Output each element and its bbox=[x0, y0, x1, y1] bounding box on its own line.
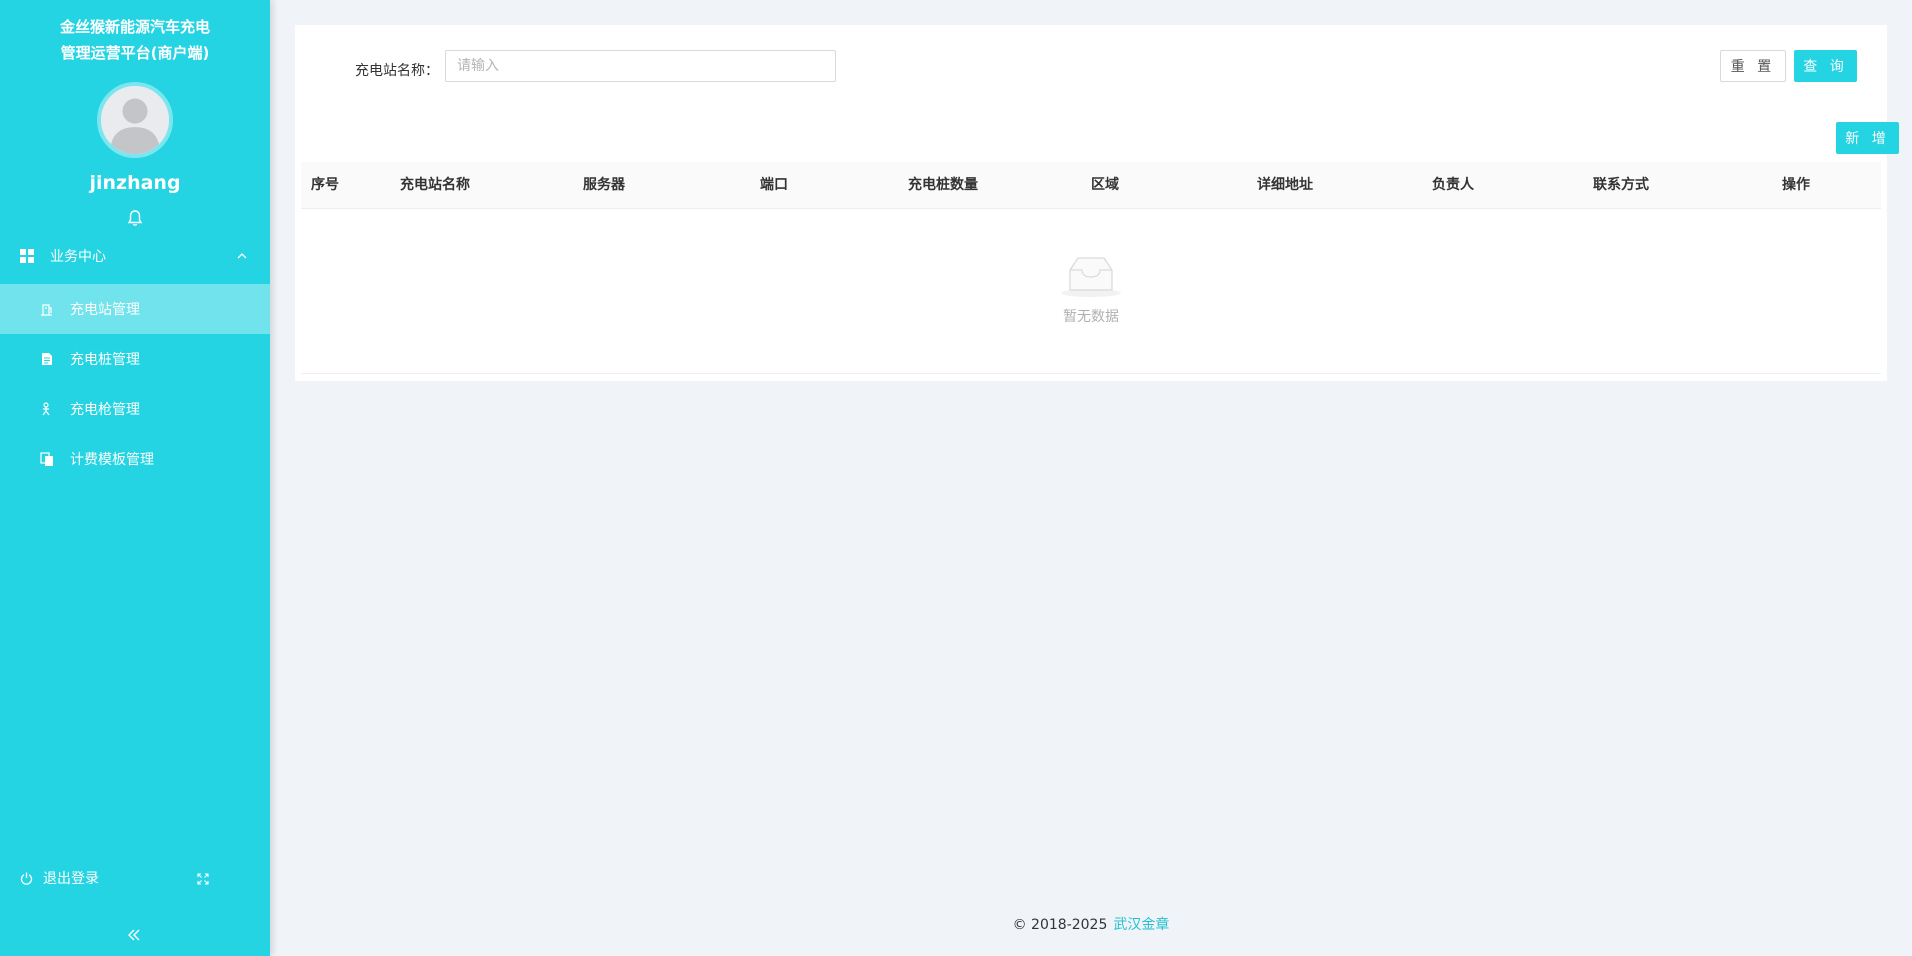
station-panel: 充电站名称： 重 置 查 询 新 增 序号 充电站名称 服务器 端口 充电桩数量… bbox=[295, 25, 1899, 381]
footer: © 2018-2025 武汉金章 bbox=[270, 914, 1912, 934]
sidebar-item-label: 充电枪管理 bbox=[70, 402, 140, 418]
column-header: 充电站名称 bbox=[400, 177, 470, 193]
pile-icon bbox=[42, 353, 52, 365]
column-header: 端口 bbox=[760, 177, 788, 193]
sidebar-item-label: 充电站管理 bbox=[70, 302, 140, 318]
app-title: 金丝猴新能源汽车充电 管理运营平台(商户端) bbox=[0, 14, 270, 66]
fullscreen-icon[interactable] bbox=[197, 873, 209, 885]
sidebar-item-template[interactable]: 计费模板管理 bbox=[0, 434, 270, 484]
logout-label: 退出登录 bbox=[43, 871, 99, 887]
grid-icon bbox=[20, 249, 34, 263]
table-body: 暂无数据 bbox=[301, 209, 1881, 374]
empty-inbox-icon bbox=[1061, 257, 1121, 297]
sidebar: 金丝猴新能源汽车充电 管理运营平台(商户端) jinzhang 业务中心 充电站… bbox=[0, 0, 270, 956]
column-header: 区域 bbox=[1091, 177, 1119, 193]
column-header: 充电桩数量 bbox=[908, 177, 978, 193]
main-content: 充电站名称： 重 置 查 询 新 增 序号 充电站名称 服务器 端口 充电桩数量… bbox=[270, 0, 1912, 956]
station-icon bbox=[41, 304, 52, 316]
company-link[interactable]: 武汉金章 bbox=[1113, 917, 1169, 933]
logout-button[interactable]: 退出登录 bbox=[20, 868, 99, 888]
sidebar-item-label: 计费模板管理 bbox=[70, 452, 154, 468]
column-header: 联系方式 bbox=[1593, 177, 1649, 193]
app-title-line1: 金丝猴新能源汽车充电 bbox=[59, 18, 210, 36]
column-header: 操作 bbox=[1782, 177, 1810, 193]
sidebar-item-label: 充电桩管理 bbox=[70, 352, 140, 368]
add-button[interactable]: 新 增 bbox=[1836, 122, 1899, 154]
copyright: © 2018-2025 bbox=[1012, 917, 1108, 933]
app-title-line2: 管理运营平台(商户端) bbox=[60, 44, 210, 62]
table-header: 序号 充电站名称 服务器 端口 充电桩数量 区域 详细地址 负责人 联系方式 操… bbox=[301, 162, 1881, 209]
bell-icon[interactable] bbox=[127, 209, 143, 227]
collapse-sidebar-icon[interactable] bbox=[126, 927, 142, 943]
column-header: 详细地址 bbox=[1257, 177, 1313, 193]
user-avatar-icon bbox=[101, 86, 169, 154]
sidebar-item-station[interactable]: 充电站管理 bbox=[0, 284, 270, 334]
gun-icon bbox=[42, 402, 50, 416]
power-icon bbox=[20, 872, 33, 885]
query-button[interactable]: 查 询 bbox=[1794, 50, 1857, 82]
username: jinzhang bbox=[89, 172, 181, 194]
column-header: 负责人 bbox=[1432, 177, 1474, 193]
column-header: 序号 bbox=[311, 177, 339, 193]
station-name-input[interactable] bbox=[445, 50, 836, 82]
column-header: 服务器 bbox=[583, 177, 625, 193]
chevron-up-icon bbox=[237, 253, 247, 259]
menu-group-label: 业务中心 bbox=[50, 249, 106, 265]
avatar[interactable] bbox=[97, 82, 173, 158]
station-name-label: 充电站名称： bbox=[355, 63, 439, 79]
app-root: 金丝猴新能源汽车充电 管理运营平台(商户端) jinzhang 业务中心 充电站… bbox=[0, 0, 1912, 956]
menu-group-business-center[interactable]: 业务中心 bbox=[0, 243, 270, 269]
template-icon bbox=[40, 452, 53, 466]
sidebar-item-pile[interactable]: 充电桩管理 bbox=[0, 334, 270, 384]
sidebar-item-gun[interactable]: 充电枪管理 bbox=[0, 384, 270, 434]
empty-text: 暂无数据 bbox=[1063, 309, 1119, 325]
reset-button[interactable]: 重 置 bbox=[1720, 50, 1786, 82]
